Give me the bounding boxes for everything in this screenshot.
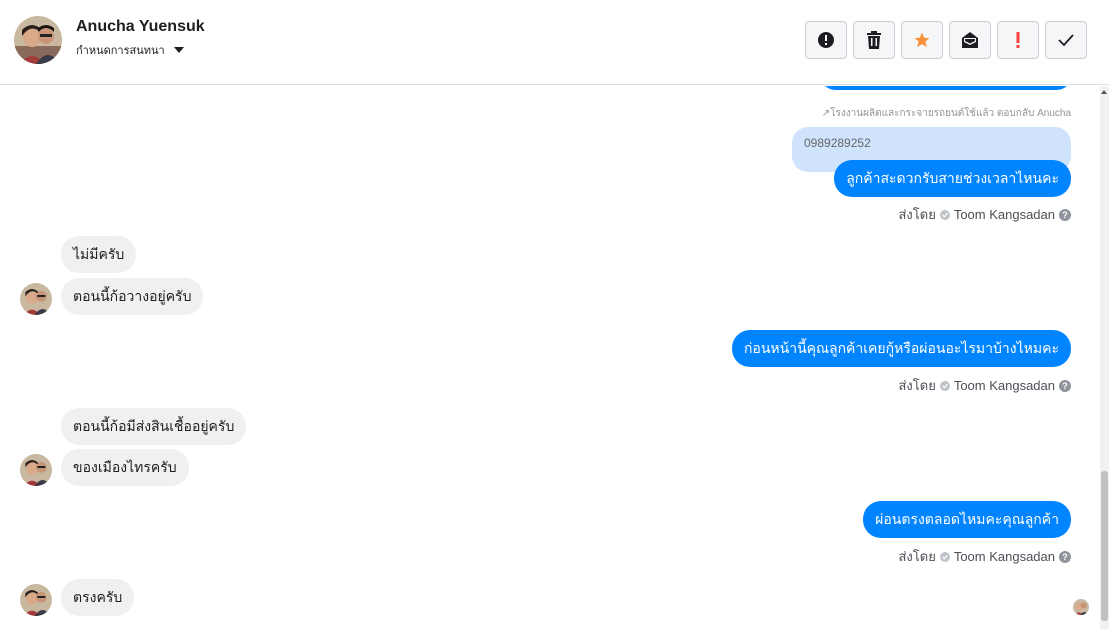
mark-done-button[interactable] (1045, 21, 1087, 59)
exclamation-icon (1016, 32, 1020, 48)
assign-conversation-dropdown[interactable]: กำหนดการสนทนา (76, 41, 184, 59)
message-bubble-incoming: ของเมืองไทรครับ (61, 449, 189, 486)
sent-by-label: ส่งโดย (898, 378, 936, 393)
follow-up-button[interactable] (997, 21, 1039, 59)
sent-by-row: ส่งโดย Toom Kangsadan ? (898, 375, 1071, 396)
sent-by-label: ส่งโดย (898, 549, 936, 564)
sent-by-row: ส่งโดย Toom Kangsadan ? (898, 204, 1071, 225)
alert-circle-icon (818, 32, 834, 48)
delete-button[interactable] (853, 21, 895, 59)
spam-button[interactable] (805, 21, 847, 59)
contact-avatar[interactable] (14, 16, 62, 64)
sent-by-label: ส่งโดย (898, 207, 936, 222)
message-thread[interactable]: ↗โรงงานผลิตและกระจายรถยนต์ใช้แล้ว ตอบกลั… (0, 86, 1100, 629)
checkmark-icon (1058, 34, 1074, 47)
help-icon[interactable]: ? (1059, 379, 1071, 392)
sender-name[interactable]: Toom Kangsadan (954, 549, 1055, 564)
scroll-up-arrow-icon[interactable] (1101, 90, 1107, 94)
message-bubble-incoming: ตอนนี้ก้อวางอยู่ครับ (61, 278, 204, 315)
scrollbar-thumb[interactable] (1101, 471, 1108, 621)
message-bubble-outgoing (821, 86, 1071, 90)
contact-avatar-small (20, 454, 52, 486)
assign-conversation-label: กำหนดการสนทนา (76, 45, 165, 57)
conversation-header: Anucha Yuensuk กำหนดการสนทนา (0, 0, 1109, 85)
message-bubble-incoming: ตอนนี้ก้อมีส่งสินเชื้ออยู่ครับ (61, 408, 247, 445)
contact-name[interactable]: Anucha Yuensuk (76, 18, 205, 36)
verified-icon (939, 551, 950, 562)
contact-avatar-small (20, 283, 52, 315)
sender-name[interactable]: Toom Kangsadan (954, 207, 1055, 222)
verified-icon (939, 380, 950, 391)
message-bubble-outgoing: ผ่อนตรงตลอดไหมคะคุณลูกค้า (863, 501, 1071, 538)
message-bubble-outgoing: ลูกค้าสะดวกรับสายช่วงเวลาไหนคะ (834, 160, 1071, 197)
sender-name[interactable]: Toom Kangsadan (954, 378, 1055, 393)
message-bubble-incoming: ตรงครับ (61, 579, 135, 616)
mark-unread-button[interactable] (949, 21, 991, 59)
star-icon (914, 32, 930, 48)
help-icon[interactable]: ? (1059, 550, 1071, 563)
contact-avatar-small (20, 584, 52, 616)
verified-icon (939, 209, 950, 220)
message-bubble-incoming: ไม่มีครับ (61, 236, 137, 273)
thread-scrollbar[interactable] (1100, 86, 1109, 629)
caret-down-icon (173, 47, 184, 53)
sent-by-row: ส่งโดย Toom Kangsadan ? (898, 546, 1071, 567)
help-icon[interactable]: ? (1059, 208, 1071, 221)
seen-indicator-avatar (1073, 599, 1089, 615)
star-button[interactable] (901, 21, 943, 59)
trash-icon (867, 31, 881, 49)
conversation-toolbar (805, 21, 1087, 59)
message-bubble-outgoing: ก่อนหน้านี้คุณลูกค้าเคยกู้หรือผ่อนอะไรมา… (731, 330, 1071, 367)
envelope-icon (962, 32, 978, 48)
reply-context-note: ↗โรงงานผลิตและกระจายรถยนต์ใช้แล้ว ตอบกลั… (821, 108, 1071, 119)
